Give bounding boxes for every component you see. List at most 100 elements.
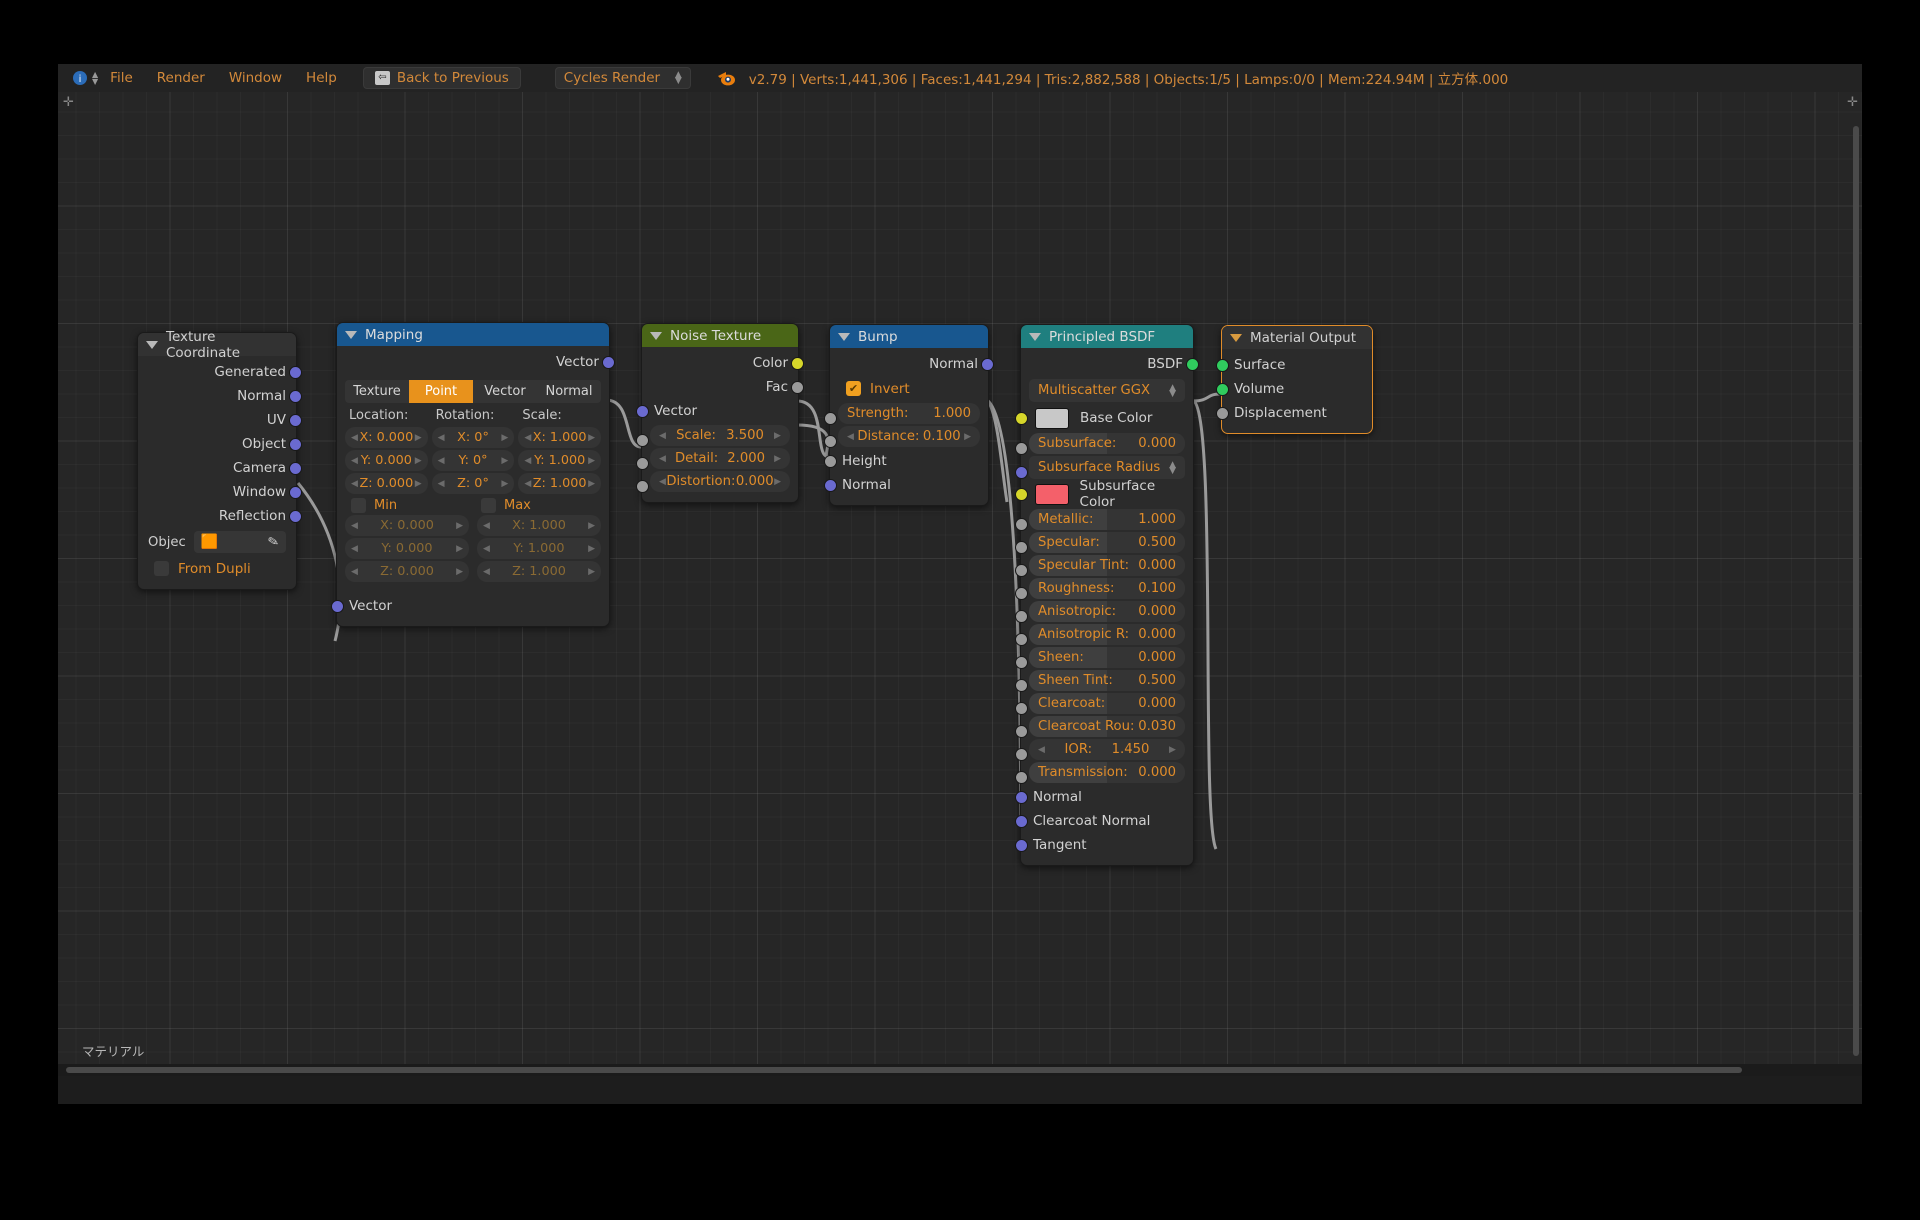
- socket-color[interactable]: [791, 357, 804, 370]
- socket-distance[interactable]: [824, 435, 837, 448]
- sheen-field[interactable]: Sheen: 0.000: [1029, 647, 1185, 668]
- collapse-triangle-icon[interactable]: [650, 331, 662, 340]
- socket-sheen[interactable]: [1015, 656, 1028, 669]
- max-y-field[interactable]: ◀ Y: 1.000 ▶: [477, 538, 601, 559]
- socket-row-object[interactable]: Object: [138, 432, 302, 456]
- arrow-left-icon[interactable]: ◀: [847, 432, 854, 442]
- arrow-left-icon[interactable]: ◀: [659, 431, 666, 441]
- socket-row-vector-in[interactable]: Vector: [636, 399, 798, 423]
- socket-detail[interactable]: [636, 457, 649, 470]
- horizontal-scrollbar[interactable]: [58, 1064, 1862, 1076]
- socket-displacement[interactable]: [1216, 407, 1229, 420]
- location-z-field[interactable]: ◀ Z: 0.000 ▶: [345, 473, 428, 494]
- vertical-scrollbar[interactable]: [1850, 120, 1862, 1076]
- collapse-triangle-icon[interactable]: [1029, 332, 1041, 341]
- socket-strength[interactable]: [824, 412, 837, 425]
- arrow-right-icon[interactable]: ▶: [588, 544, 595, 554]
- base-color-row[interactable]: Base Color: [1015, 405, 1193, 431]
- socket-row-normal[interactable]: Normal: [138, 384, 302, 408]
- tab-texture[interactable]: Texture: [345, 380, 409, 403]
- node-texture-coordinate[interactable]: Texture Coordinate Generated Normal UV O…: [137, 329, 302, 590]
- arrow-right-icon[interactable]: ▶: [774, 477, 781, 487]
- menu-window[interactable]: Window: [217, 70, 294, 86]
- arrow-right-icon[interactable]: ▶: [588, 521, 595, 531]
- arrow-left-icon[interactable]: ◀: [524, 433, 531, 443]
- min-checkbox-row[interactable]: Min: [345, 498, 471, 513]
- horizontal-scrollbar-thumb[interactable]: [66, 1067, 1742, 1073]
- arrow-left-icon[interactable]: ◀: [659, 454, 666, 464]
- socket-vector-input[interactable]: [636, 405, 649, 418]
- socket-metallic[interactable]: [1015, 518, 1028, 531]
- ior-field[interactable]: ◀ IOR: 1.450 ▶: [1029, 739, 1185, 760]
- socket-volume[interactable]: [1216, 383, 1229, 396]
- socket-roughness[interactable]: [1015, 587, 1028, 600]
- socket-subsurface-color[interactable]: [1015, 488, 1028, 501]
- arrow-right-icon[interactable]: ▶: [415, 479, 422, 489]
- tab-point[interactable]: Point: [409, 380, 473, 403]
- socket-fac[interactable]: [791, 381, 804, 394]
- socket-normal[interactable]: [1015, 791, 1028, 804]
- socket-transmission[interactable]: [1015, 771, 1028, 784]
- socket-row-color[interactable]: Color: [642, 351, 804, 375]
- socket-clearcoat[interactable]: [1015, 702, 1028, 715]
- socket-subsurface-radius[interactable]: [1015, 466, 1028, 479]
- node-header-material-output[interactable]: Material Output: [1222, 326, 1372, 349]
- subsurface-field[interactable]: Subsurface: 0.000: [1029, 433, 1185, 454]
- rotation-x-field[interactable]: ◀ X: 0° ▶: [431, 427, 515, 448]
- socket-scale[interactable]: [636, 434, 649, 447]
- transmission-field[interactable]: Transmission: 0.000: [1029, 762, 1185, 783]
- arrow-right-icon[interactable]: ▶: [774, 431, 781, 441]
- arrow-right-icon[interactable]: ▶: [964, 432, 971, 442]
- socket-subsurface[interactable]: [1015, 442, 1028, 455]
- node-mapping[interactable]: Mapping Vector Texture Point Vector Norm…: [331, 322, 615, 627]
- socket-row-displacement[interactable]: Displacement: [1216, 401, 1372, 425]
- max-checkbox-row[interactable]: Max: [475, 498, 601, 513]
- collapse-triangle-icon[interactable]: [1230, 333, 1242, 342]
- corner-handle-topleft[interactable]: ✛: [63, 95, 74, 110]
- arrow-left-icon[interactable]: ◀: [438, 479, 445, 489]
- min-z-field[interactable]: ◀ Z: 0.000 ▶: [345, 561, 469, 582]
- socket-normal[interactable]: [289, 390, 302, 403]
- object-picker-row[interactable]: Objec 🟧 ✎: [138, 528, 296, 556]
- sheen-tint-field[interactable]: Sheen Tint: 0.500: [1029, 670, 1185, 691]
- rotation-y-field[interactable]: ◀ Y: 0° ▶: [431, 450, 515, 471]
- arrow-left-icon[interactable]: ◀: [1038, 745, 1045, 755]
- socket-bsdf-output[interactable]: [1186, 358, 1199, 371]
- node-header-bump[interactable]: Bump: [830, 325, 988, 348]
- arrow-left-icon[interactable]: ◀: [483, 521, 490, 531]
- node-header-mapping[interactable]: Mapping: [337, 323, 609, 346]
- arrow-right-icon[interactable]: ▶: [774, 454, 781, 464]
- socket-row-tangent[interactable]: Tangent: [1015, 833, 1193, 857]
- anisotropic-rotation-field[interactable]: Anisotropic R: 0.000: [1029, 624, 1185, 645]
- scale-y-field[interactable]: ◀ Y: 1.000 ▶: [518, 450, 602, 471]
- max-x-field[interactable]: ◀ X: 1.000 ▶: [477, 515, 601, 536]
- socket-row-reflection[interactable]: Reflection: [138, 504, 302, 528]
- socket-clearcoat-normal[interactable]: [1015, 815, 1028, 828]
- socket-row-fac[interactable]: Fac: [642, 375, 804, 399]
- node-bump[interactable]: Bump Normal ✔ Invert Strength: 1.000 ◀ Dis: [824, 324, 994, 506]
- socket-surface[interactable]: [1216, 359, 1229, 372]
- clearcoat-field[interactable]: Clearcoat: 0.000: [1029, 693, 1185, 714]
- menu-render[interactable]: Render: [145, 70, 217, 86]
- socket-row-bsdf[interactable]: BSDF: [1021, 352, 1199, 376]
- arrow-right-icon[interactable]: ▶: [456, 567, 463, 577]
- arrow-left-icon[interactable]: ◀: [351, 456, 358, 466]
- socket-row-normal-in[interactable]: Normal: [824, 473, 988, 497]
- socket-reflection[interactable]: [289, 510, 302, 523]
- socket-specular-tint[interactable]: [1015, 564, 1028, 577]
- arrow-left-icon[interactable]: ◀: [483, 544, 490, 554]
- info-icon[interactable]: i: [70, 69, 90, 87]
- back-to-previous-button[interactable]: ⇦ Back to Previous: [362, 67, 521, 89]
- subsurface-color-row[interactable]: Subsurface Color: [1015, 478, 1193, 510]
- socket-row-volume[interactable]: Volume: [1216, 377, 1372, 401]
- scale-field[interactable]: ◀ Scale: 3.500 ▶: [650, 425, 790, 446]
- arrow-left-icon[interactable]: ◀: [438, 433, 445, 443]
- socket-row-clearcoat-normal[interactable]: Clearcoat Normal: [1015, 809, 1193, 833]
- socket-anisotropic-rotation[interactable]: [1015, 633, 1028, 646]
- socket-row-surface[interactable]: Surface: [1216, 353, 1372, 377]
- socket-window[interactable]: [289, 486, 302, 499]
- socket-height[interactable]: [824, 455, 837, 468]
- socket-row-uv[interactable]: UV: [138, 408, 302, 432]
- socket-clearcoat-roughness[interactable]: [1015, 725, 1028, 738]
- socket-distortion[interactable]: [636, 480, 649, 493]
